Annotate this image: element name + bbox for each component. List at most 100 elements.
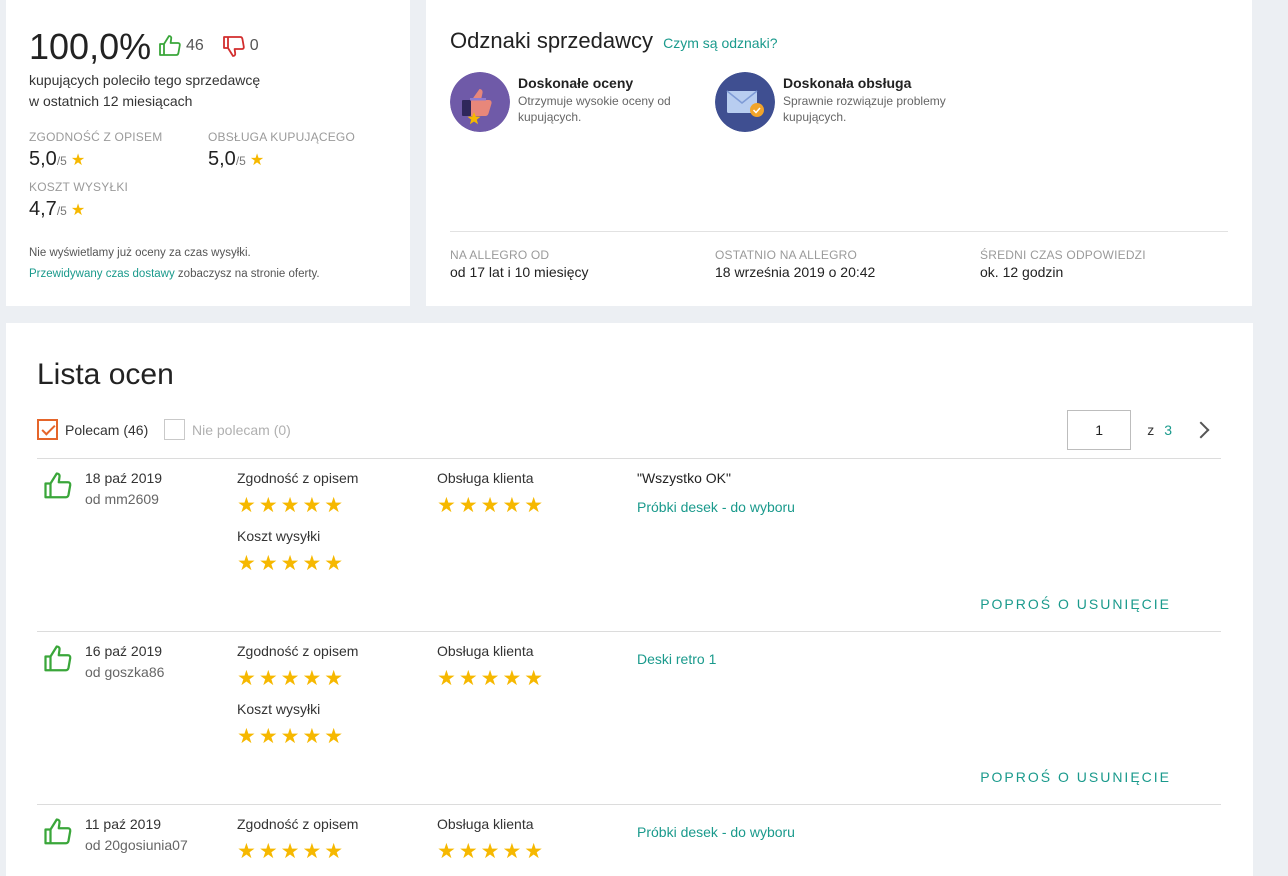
rating-shipping: Koszt wysyłki ★★★★★ <box>237 701 346 747</box>
rating-user: od 20gosiunia07 <box>85 837 188 853</box>
rating-user: od goszka86 <box>85 664 165 680</box>
stars-icon: ★★★★★ <box>437 840 547 863</box>
star-icon: ★ <box>249 152 265 169</box>
filter-positive-label: Polecam (46) <box>65 421 149 438</box>
pagination: z 3 <box>1067 410 1210 450</box>
chevron-right-icon[interactable] <box>1194 420 1210 440</box>
metric-max: /5 <box>56 204 67 218</box>
rating-row: 11 paź 2019 od 20gosiunia07 Zgodność z o… <box>37 804 1221 876</box>
rating-summary-card: 100,0% 46 0 kupujących poleciło tego spr… <box>6 0 410 306</box>
product-link[interactable]: Próbki desek - do wyboru <box>637 499 795 515</box>
stat-response-time: ŚREDNI CZAS ODPOWIEDZI ok. 12 godzin <box>980 248 1146 280</box>
seller-badges-card: Odznaki sprzedawcy Czym są odznaki? Dosk… <box>426 0 1252 306</box>
rating-shipping-label: Koszt wysyłki <box>237 701 321 717</box>
metric-service: OBSŁUGA KUPUJĄCEGO 5,0/5 ★ <box>208 130 355 171</box>
badge-excellent-service: Doskonała obsługa Sprawnie rozwiązuje pr… <box>715 72 958 132</box>
badge-description: Otrzymuje wysokie oceny od kupujących. <box>518 94 671 124</box>
rating-desc: Zgodność z opisem ★★★★★ <box>237 470 358 516</box>
negative-count: 0 <box>249 37 259 54</box>
request-removal-button[interactable]: POPROŚ O USUNIĘCIE <box>980 769 1171 785</box>
divider <box>450 231 1228 232</box>
metric-shipping: KOSZT WYSYŁKI 4,7/5 ★ <box>29 180 128 221</box>
positive-count: 46 <box>186 37 204 54</box>
thumbs-up-icon <box>44 472 72 499</box>
rating-service: Obsługa klienta ★★★★★ <box>437 643 546 689</box>
badge-title: Doskonałe oceny <box>518 75 634 91</box>
metric-max: /5 <box>56 154 67 168</box>
ratings-list-title: Lista ocen <box>37 358 174 391</box>
stat-value: 18 września 2019 o 20:42 <box>715 264 876 280</box>
filter-negative-label: Nie polecam (0) <box>192 421 291 438</box>
rating-shipping: Koszt wysyłki ★★★★★ <box>237 528 346 574</box>
rating-desc-label: Zgodność z opisem <box>237 816 359 832</box>
rating-row: 16 paź 2019 od goszka86 Zgodność z opise… <box>37 631 1221 804</box>
metric-label: KOSZT WYSYŁKI <box>29 180 129 194</box>
badges-title: Odznaki sprzedawcy <box>450 28 653 53</box>
rating-date: 18 paź 2019 <box>85 470 163 486</box>
stars-icon: ★★★★★ <box>437 667 547 690</box>
stat-label: NA ALLEGRO OD <box>450 248 550 262</box>
filter-positive[interactable]: Polecam (46) <box>37 419 148 440</box>
recommend-text: kupujących poleciło tego sprzedawcę w os… <box>29 70 260 112</box>
filter-negative[interactable]: Nie polecam (0) <box>164 419 291 440</box>
checkbox-checked[interactable] <box>37 419 58 440</box>
envelope-badge-icon <box>715 72 775 132</box>
badges-heading: Odznaki sprzedawcy Czym są odznaki? <box>450 28 778 54</box>
stars-icon: ★★★★★ <box>237 552 347 575</box>
checkbox-unchecked[interactable] <box>164 419 185 440</box>
star-icon: ★ <box>70 152 86 169</box>
rating-date: 16 paź 2019 <box>85 643 163 659</box>
rating-shipping-label: Koszt wysyłki <box>237 528 321 544</box>
recommend-line: kupujących poleciło tego sprzedawcę <box>29 72 261 88</box>
thumbs-summary: 46 0 <box>158 34 259 58</box>
stat-value: ok. 12 godzin <box>980 264 1064 280</box>
stat-member-since: NA ALLEGRO OD od 17 lat i 10 miesięcy <box>450 248 589 280</box>
metric-label: ZGODNOŚĆ Z OPISEM <box>29 130 163 144</box>
product-link[interactable]: Deski retro 1 <box>637 651 716 667</box>
stars-icon: ★★★★★ <box>237 494 347 517</box>
note-rest: zobaczysz na stronie oferty. <box>174 268 320 280</box>
stars-icon: ★★★★★ <box>237 725 347 748</box>
stat-value: od 17 lat i 10 miesięcy <box>450 264 589 280</box>
product-link[interactable]: Próbki desek - do wyboru <box>637 824 795 840</box>
metric-value: 5,0 <box>29 148 57 170</box>
what-are-badges-link[interactable]: Czym są odznaki? <box>663 35 777 51</box>
thumbs-up-badge-icon <box>450 72 510 132</box>
page-total-link[interactable]: 3 <box>1164 422 1172 438</box>
stars-icon: ★★★★★ <box>237 840 347 863</box>
stars-icon: ★★★★★ <box>237 667 347 690</box>
star-icon: ★ <box>70 202 86 219</box>
rating-desc: Zgodność z opisem ★★★★★ <box>237 643 358 689</box>
thumbs-up-icon <box>159 35 181 56</box>
badge-description: Sprawnie rozwiązuje problemy kupujących. <box>783 94 946 124</box>
stat-label: ŚREDNI CZAS ODPOWIEDZI <box>980 248 1146 262</box>
rating-service-label: Obsługa klienta <box>437 643 534 659</box>
thumbs-down-icon <box>222 36 245 57</box>
page-number-input[interactable] <box>1067 410 1132 450</box>
rating-service: Obsługa klienta ★★★★★ <box>437 470 546 516</box>
stat-last-seen: OSTATNIO NA ALLEGRO 18 września 2019 o 2… <box>715 248 875 280</box>
delivery-time-link[interactable]: Przewidywany czas dostawy <box>29 268 175 280</box>
metric-label: OBSŁUGA KUPUJĄCEGO <box>208 130 355 144</box>
page-scrollbar[interactable] <box>1272 0 1288 876</box>
stars-icon: ★★★★★ <box>437 494 547 517</box>
shipping-note: Nie wyświetlamy już oceny za czas wysyłk… <box>29 243 320 285</box>
badge-excellent-ratings: Doskonałe oceny Otrzymuje wysokie oceny … <box>450 72 693 132</box>
rating-service-label: Obsługa klienta <box>437 470 534 486</box>
note-text: Nie wyświetlamy już oceny za czas wysyłk… <box>29 247 251 259</box>
badge-title: Doskonała obsługa <box>783 75 912 91</box>
metric-value: 5,0 <box>208 148 236 170</box>
metric-description: ZGODNOŚĆ Z OPISEM 5,0/5 ★ <box>29 130 162 171</box>
rating-service: Obsługa klienta ★★★★★ <box>437 816 546 862</box>
rating-user: od mm2609 <box>85 491 159 507</box>
rating-date: 11 paź 2019 <box>85 816 162 832</box>
rating-desc-label: Zgodność z opisem <box>237 470 359 486</box>
rating-comment: "Wszystko OK" <box>637 470 731 486</box>
metric-value: 4,7 <box>29 198 57 220</box>
metric-max: /5 <box>235 154 246 168</box>
rating-row: 18 paź 2019 od mm2609 Zgodność z opisem … <box>37 458 1221 631</box>
thumbs-up-icon <box>44 645 72 672</box>
rating-service-label: Obsługa klienta <box>437 816 534 832</box>
request-removal-button[interactable]: POPROŚ O USUNIĘCIE <box>980 596 1171 612</box>
rating-desc: Zgodność z opisem ★★★★★ <box>237 816 358 862</box>
